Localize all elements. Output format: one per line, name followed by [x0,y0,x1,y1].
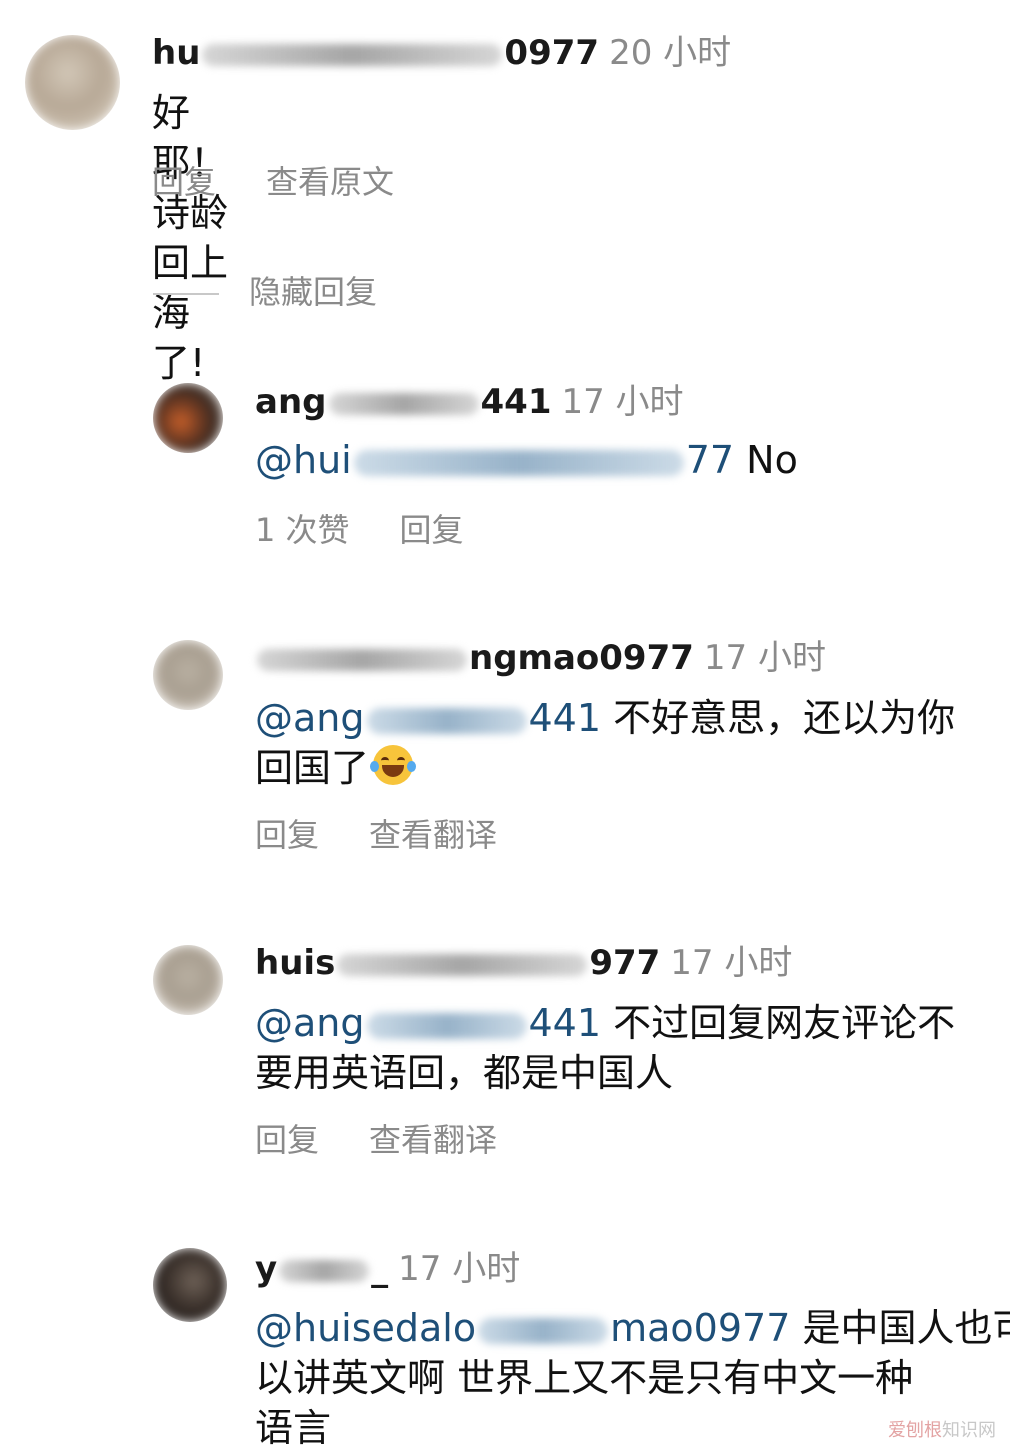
view-original-button[interactable]: 查看原文 [266,163,394,201]
username[interactable]: y _ [255,1249,388,1289]
comment-header: hu 0977 20 小时 [152,33,731,73]
reply-header: ngmao0977 17 小时 [255,638,826,678]
reply-button[interactable]: 回复 [255,1121,319,1159]
username[interactable]: ngmao0977 [255,638,694,678]
tears-of-joy-emoji [370,745,417,785]
reply-actions: 回复 查看翻译 [255,815,547,855]
reply-text: @ang 441 不好意思，还以为你 回国了 [255,696,956,790]
reply-actions: 回复 查看翻译 [255,1120,547,1160]
reply-button[interactable]: 回复 [152,163,216,201]
timestamp: 17 小时 [398,1249,521,1289]
like-count[interactable]: 1 次赞 [255,511,350,549]
hide-replies-label: 隐藏回复 [249,273,378,311]
view-translation-button[interactable]: 查看翻译 [369,816,497,854]
avatar[interactable] [153,1248,227,1322]
timestamp: 17 小时 [703,638,826,678]
reply-button[interactable]: 回复 [400,511,464,549]
reply-header: y _ 17 小时 [255,1249,520,1289]
avatar[interactable] [153,945,223,1015]
user-mention[interactable]: @ang 441 [255,696,601,740]
username[interactable]: ang 441 [255,382,551,422]
avatar[interactable] [153,640,223,710]
timestamp: 17 小时 [561,382,684,422]
timestamp: 20 小时 [609,33,732,73]
user-mention[interactable]: @huisedalo mao0977 [255,1306,790,1350]
comment-text: 好耶！诗龄回上海了! [152,91,229,385]
reply-button[interactable]: 回复 [255,816,319,854]
hide-replies-toggle[interactable]: 隐藏回复 [153,272,377,312]
reply-header: huis 977 17 小时 [255,943,792,983]
user-mention[interactable]: @hui 77 [255,438,734,482]
user-mention[interactable]: @ang 441 [255,1001,601,1045]
username[interactable]: huis 977 [255,943,660,983]
avatar[interactable] [153,383,223,453]
avatar[interactable] [25,35,120,130]
reply-text: @hui 77 No [255,438,798,482]
timestamp: 17 小时 [670,943,793,983]
divider-line [153,293,219,295]
reply-actions: 1 次赞 回复 [255,510,514,550]
watermark: 爱刨根知识网 [888,1420,996,1441]
reply-header: ang 441 17 小时 [255,382,684,422]
username[interactable]: hu 0977 [152,33,599,73]
reply-text: @ang 441 不过回复网友评论不 要用英语回，都是中国人 [255,1001,956,1095]
view-translation-button[interactable]: 查看翻译 [369,1121,497,1159]
comment-actions: 回复 查看原文 [152,162,444,202]
